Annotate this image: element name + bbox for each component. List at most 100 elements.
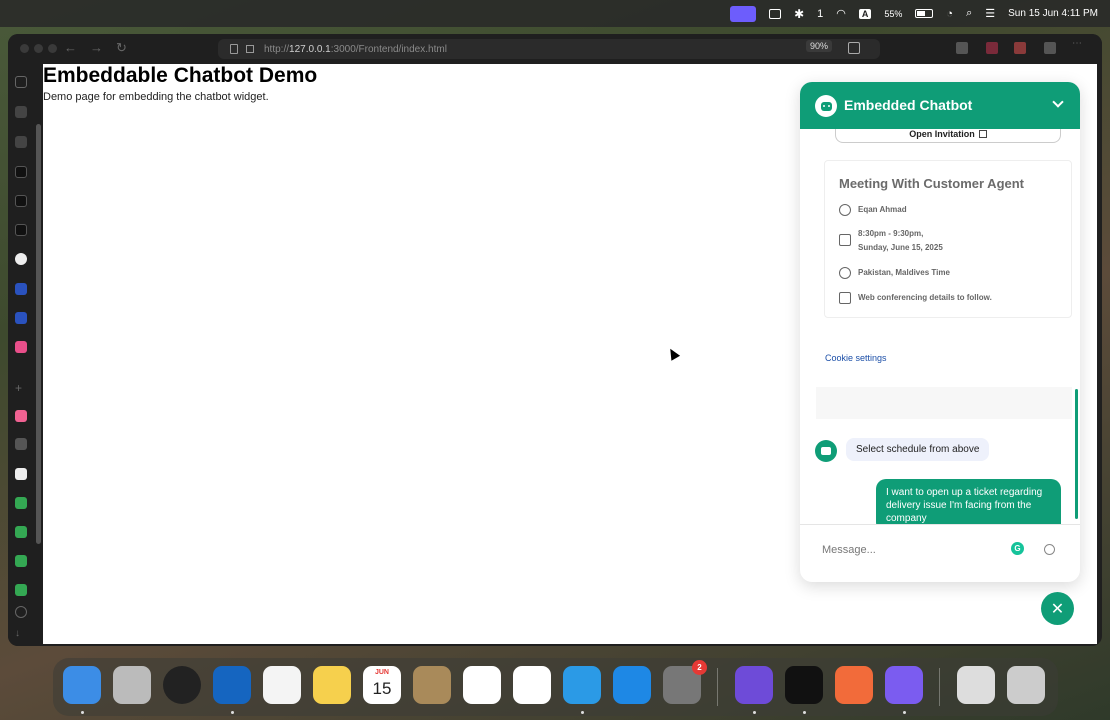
- more-icon[interactable]: ⋯: [1072, 38, 1084, 50]
- screen-record-icon[interactable]: [730, 5, 757, 22]
- meeting-timezone-row: Pakistan, Maldives Time: [839, 266, 950, 280]
- chat-scrollbar[interactable]: [1075, 389, 1078, 519]
- dock-separator: [717, 668, 718, 706]
- running-indicator: [231, 711, 234, 714]
- site-icon[interactable]: [15, 410, 27, 422]
- input-source[interactable]: A: [858, 8, 872, 19]
- outlook-icon[interactable]: [213, 666, 251, 704]
- meeting-card: Meeting With Customer Agent Eqan Ahmad 8…: [824, 160, 1072, 318]
- tab-grid-icon[interactable]: [246, 45, 254, 53]
- forward-icon[interactable]: →: [90, 40, 103, 55]
- search-icon[interactable]: ⌕: [966, 7, 972, 20]
- siri-icon[interactable]: [163, 666, 201, 704]
- freeform-icon[interactable]: [513, 666, 551, 704]
- running-indicator: [81, 711, 84, 714]
- url-path: :3000/Frontend/index.html: [330, 43, 447, 55]
- system-settings-icon[interactable]: 2: [663, 660, 707, 704]
- page-title: Embeddable Chatbot Demo: [43, 64, 318, 87]
- grammarly-icon[interactable]: G: [1011, 542, 1024, 555]
- running-indicator: [803, 711, 806, 714]
- external-link-icon: [978, 129, 987, 138]
- headphones-icon[interactable]: ◠: [836, 7, 846, 20]
- calendar-day: 15: [372, 679, 392, 698]
- chatbot-widget: Embedded Chatbot Open Invitation Meeting…: [800, 82, 1080, 582]
- site-icon[interactable]: [15, 253, 27, 265]
- sketch-tool-icon[interactable]: [835, 666, 873, 704]
- bot-avatar-icon: [815, 95, 837, 117]
- download-icon[interactable]: ↓: [15, 628, 27, 640]
- browser-toolbar: ← → ↻ http://127.0.0.1:3000/Frontend/ind…: [8, 34, 1102, 64]
- chevron-down-icon[interactable]: [1052, 96, 1064, 108]
- zoom-window-button[interactable]: [48, 44, 57, 53]
- site-icon[interactable]: [15, 166, 27, 178]
- notes-icon[interactable]: [313, 666, 351, 704]
- calendar-icon: [839, 234, 851, 246]
- zoom-level[interactable]: 90%: [805, 40, 832, 52]
- input-indicator[interactable]: 1: [817, 8, 823, 20]
- extension-icon[interactable]: [986, 42, 998, 54]
- meeting-date: Sunday, June 15, 2025: [858, 243, 943, 252]
- contacts-icon[interactable]: [413, 666, 451, 704]
- grammarly-menu-icon[interactable]: [769, 8, 782, 19]
- trash-icon[interactable]: [1007, 666, 1045, 704]
- battery-icon[interactable]: [915, 9, 934, 18]
- home-icon[interactable]: [15, 106, 27, 118]
- sidebar-scrollbar[interactable]: [36, 124, 41, 544]
- open-invitation-button[interactable]: Open Invitation: [835, 129, 1061, 143]
- meeting-conferencing: Web conferencing details to follow.: [858, 293, 992, 302]
- launchpad-icon[interactable]: [113, 666, 151, 704]
- reload-icon[interactable]: ↻: [116, 40, 127, 56]
- finder-icon[interactable]: [63, 666, 101, 704]
- control-center-icon[interactable]: ☰: [985, 7, 995, 20]
- person-icon: [839, 204, 851, 216]
- sheets-icon[interactable]: [15, 497, 27, 509]
- wifi-icon[interactable]: ◔: [946, 8, 953, 20]
- site-icon[interactable]: [15, 312, 27, 324]
- photos-icon[interactable]: [263, 666, 301, 704]
- message-input[interactable]: [822, 542, 1022, 558]
- back-icon[interactable]: ←: [64, 40, 77, 55]
- sidebar-toggle-icon[interactable]: [15, 76, 27, 88]
- sheets-icon[interactable]: [15, 526, 27, 538]
- settings-icon[interactable]: [15, 136, 27, 148]
- site-icon[interactable]: [15, 341, 27, 353]
- sheets-icon[interactable]: [15, 555, 27, 567]
- history-icon[interactable]: [15, 606, 27, 618]
- calendar-month: JUN: [374, 669, 389, 676]
- meeting-host: Eqan Ahmad: [858, 205, 907, 214]
- downloads-folder-icon[interactable]: [957, 666, 995, 704]
- app-icon[interactable]: [885, 666, 923, 704]
- extension-icon[interactable]: [1014, 42, 1026, 54]
- chatbot-header[interactable]: Embedded Chatbot: [800, 82, 1080, 129]
- site-icon[interactable]: [15, 283, 27, 295]
- emoji-icon[interactable]: [1044, 544, 1055, 555]
- cookie-settings-link[interactable]: Cookie settings: [825, 353, 887, 363]
- video-icon: [839, 292, 851, 304]
- sheets-icon[interactable]: [15, 584, 27, 596]
- extension-icon[interactable]: [1044, 42, 1056, 54]
- app-icon[interactable]: [785, 666, 823, 704]
- chat-messages[interactable]: Open Invitation Meeting With Customer Ag…: [800, 129, 1080, 524]
- address-bar[interactable]: http://127.0.0.1:3000/Frontend/index.htm…: [218, 39, 880, 59]
- close-window-button[interactable]: [20, 44, 29, 53]
- bluetooth-icon[interactable]: ✱: [794, 7, 804, 21]
- site-icon[interactable]: [15, 468, 27, 480]
- menu-clock[interactable]: Sun 15 Jun 4:11 PM: [1008, 8, 1098, 19]
- github-desktop-icon[interactable]: [735, 666, 773, 704]
- running-indicator: [903, 711, 906, 714]
- site-icon[interactable]: [15, 224, 27, 236]
- menu-bar: ✱ 1 ◠ A 55% ◔ ⌕ ☰ Sun 15 Jun 4:11 PM: [0, 0, 1110, 27]
- extension-icon[interactable]: [956, 42, 968, 54]
- site-icon[interactable]: [15, 438, 27, 450]
- keynote-icon[interactable]: [563, 666, 601, 704]
- app-store-icon[interactable]: [613, 666, 651, 704]
- site-icon[interactable]: [15, 195, 27, 207]
- close-chat-button[interactable]: ✕: [1041, 592, 1074, 625]
- reminders-icon[interactable]: [463, 666, 501, 704]
- chatbot-title: Embedded Chatbot: [844, 97, 973, 113]
- minimize-window-button[interactable]: [34, 44, 43, 53]
- add-icon[interactable]: +: [15, 381, 27, 395]
- meeting-conferencing-row: Web conferencing details to follow.: [839, 291, 992, 305]
- reader-icon[interactable]: [848, 42, 860, 54]
- calendar-icon[interactable]: JUN 15: [363, 666, 401, 704]
